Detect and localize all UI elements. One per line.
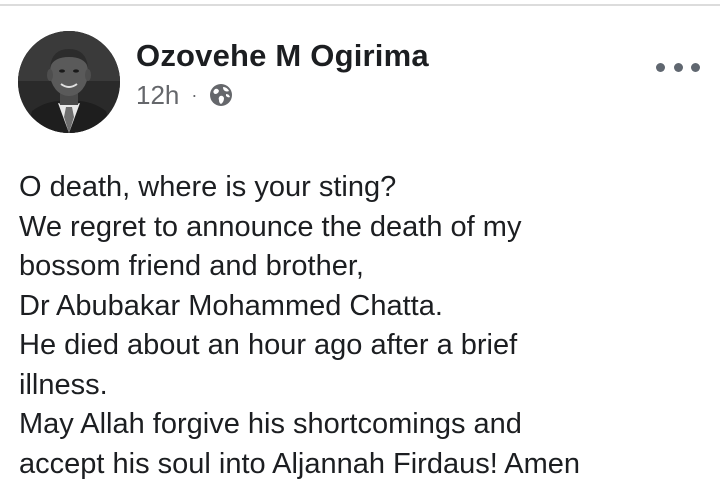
post-meta: 12h · <box>136 80 233 110</box>
more-dot <box>656 62 665 72</box>
post-text-line: Dr Abubakar Mohammed Chatta. <box>19 289 443 322</box>
post-text-line: illness. <box>19 368 108 401</box>
globe-icon[interactable] <box>209 83 233 107</box>
top-divider <box>0 4 720 6</box>
post-text-line: May Allah forgive his shortcomings and <box>19 408 522 440</box>
timestamp[interactable]: 12h <box>136 80 179 111</box>
post-text-line: We regret to announce the death of my <box>19 210 522 243</box>
post-text-line: bossom friend and brother, <box>19 250 364 282</box>
post-text-line: accept his soul into Aljannah Firdaus! A… <box>19 447 580 480</box>
post-text-line: He died about an hour ago after a brief <box>19 329 518 361</box>
more-options-icon[interactable] <box>656 52 700 82</box>
author-name[interactable]: Ozovehe M Ogirima <box>136 38 429 74</box>
avatar-photo <box>18 31 120 133</box>
meta-separator: · <box>191 84 198 105</box>
avatar[interactable] <box>18 31 120 133</box>
more-dot <box>673 62 683 72</box>
facebook-post: Ozovehe M Ogirima 12h · O death, where i… <box>0 0 720 481</box>
more-dot <box>691 62 700 72</box>
post-text-line: O death, where is your sting? <box>19 171 397 203</box>
post-body: O death, where is your sting? We regret … <box>19 168 709 481</box>
